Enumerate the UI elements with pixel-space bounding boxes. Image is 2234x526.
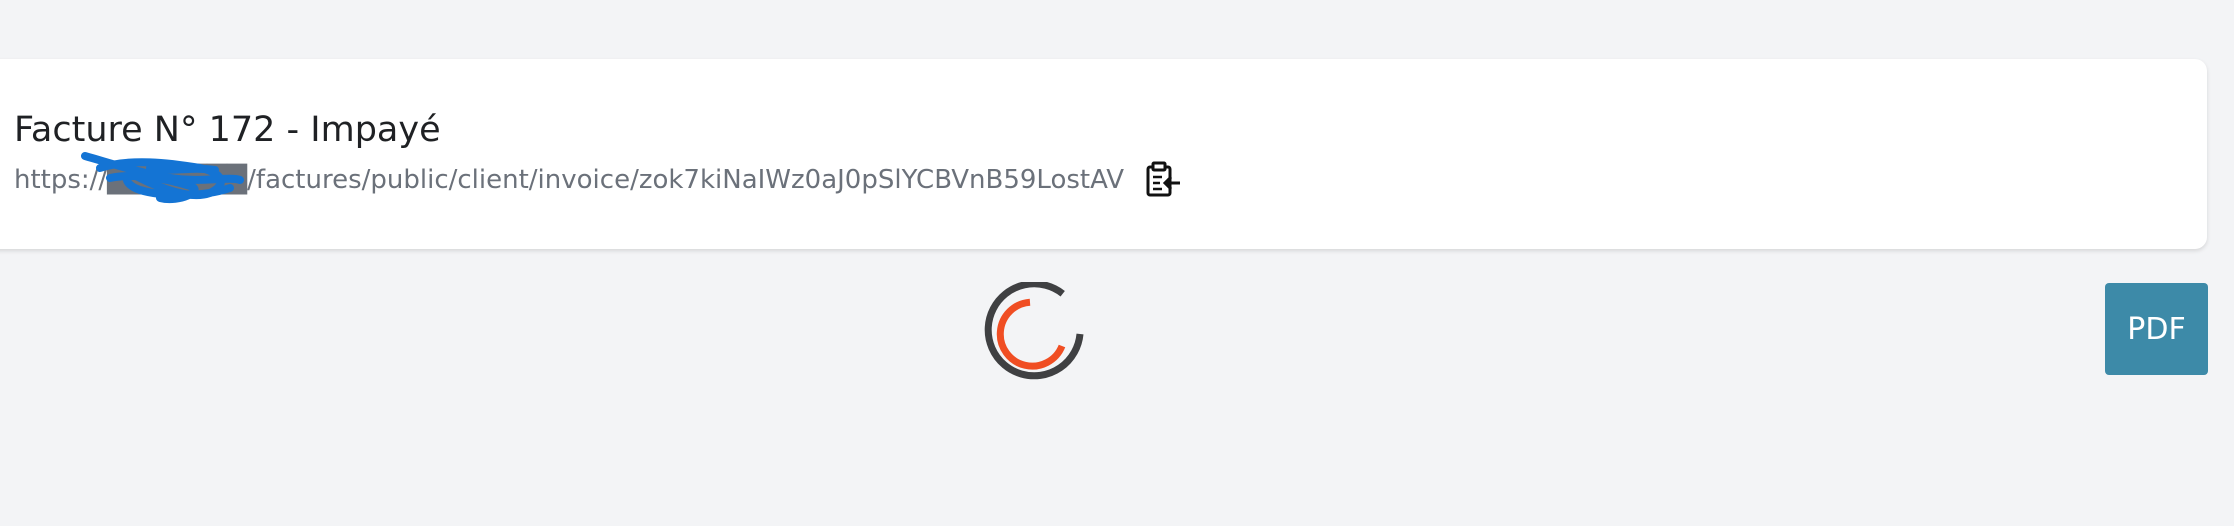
copy-url-button[interactable] (1140, 158, 1184, 202)
public-url-row: https://███████/factures/public/client/i… (14, 160, 1184, 200)
public-url[interactable]: https://███████/factures/public/client/i… (14, 160, 1124, 200)
loading-spinner-icon (984, 282, 1084, 380)
pdf-button[interactable]: PDF (2105, 283, 2208, 375)
clipboard-paste-icon (1146, 161, 1181, 197)
invoice-title: Facture N° 172 - Impayé (14, 110, 441, 150)
invoice-header-card (0, 59, 2207, 249)
